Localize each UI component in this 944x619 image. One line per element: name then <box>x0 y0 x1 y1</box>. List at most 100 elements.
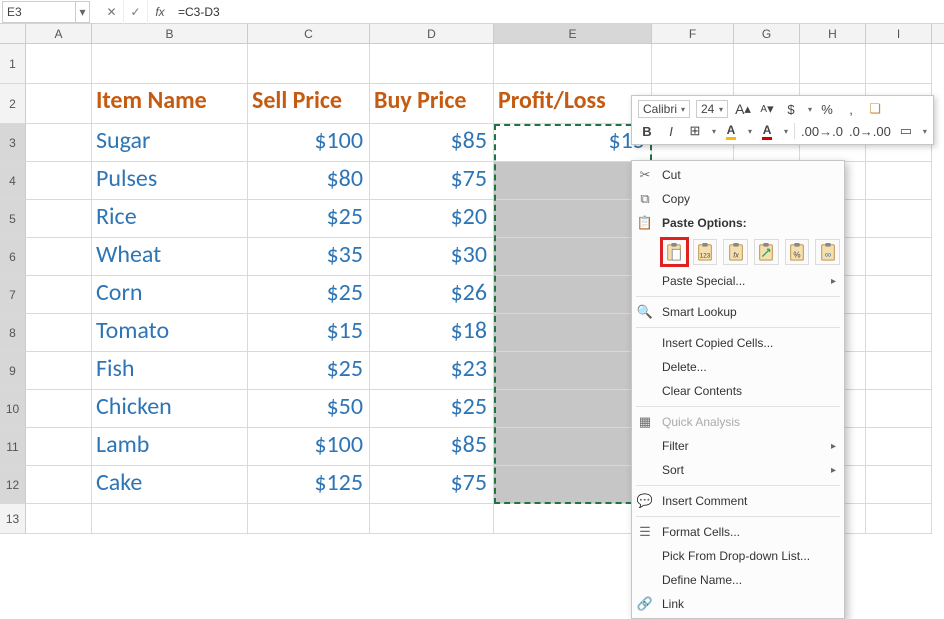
cell-B8[interactable]: Tomato <box>92 314 248 352</box>
cell-D13[interactable] <box>370 504 494 534</box>
cell-E4[interactable] <box>494 162 652 200</box>
mini-font-size[interactable]: 24 ▾ <box>696 100 728 118</box>
context-insert-copied[interactable]: Insert Copied Cells... <box>632 331 844 355</box>
context-sort[interactable]: Sort ▸ <box>632 458 844 482</box>
cell-B9[interactable]: Fish <box>92 352 248 390</box>
cell-A13[interactable] <box>26 504 92 534</box>
row-header-2[interactable]: 2 <box>0 84 26 124</box>
cell-A8[interactable] <box>26 314 92 352</box>
format-painter-button[interactable]: ❏ <box>866 100 884 118</box>
col-header-A[interactable]: A <box>26 24 92 43</box>
cell-B5[interactable]: Rice <box>92 200 248 238</box>
select-all-button[interactable] <box>0 24 26 43</box>
row-header-3[interactable]: 3 <box>0 124 26 162</box>
cell-G1[interactable] <box>734 44 800 84</box>
row-header-10[interactable]: 10 <box>0 390 26 428</box>
cell-D7[interactable]: $26 <box>370 276 494 314</box>
cell-E8[interactable] <box>494 314 652 352</box>
context-cut[interactable]: ✂ Cut <box>632 163 844 187</box>
cell-A6[interactable] <box>26 238 92 276</box>
row-header-13[interactable]: 13 <box>0 504 26 534</box>
cell-E11[interactable] <box>494 428 652 466</box>
cell-C10[interactable]: $50 <box>248 390 370 428</box>
cell-D9[interactable]: $23 <box>370 352 494 390</box>
cell-A12[interactable] <box>26 466 92 504</box>
decrease-font-button[interactable]: A▾ <box>758 100 776 118</box>
cell-B7[interactable]: Corn <box>92 276 248 314</box>
cell-A3[interactable] <box>26 124 92 162</box>
cell-I6[interactable] <box>866 238 932 276</box>
name-box-value[interactable]: E3 <box>3 5 75 19</box>
cell-B1[interactable] <box>92 44 248 84</box>
col-header-E[interactable]: E <box>494 24 652 43</box>
cell-B10[interactable]: Chicken <box>92 390 248 428</box>
cell-I11[interactable] <box>866 428 932 466</box>
context-clear-contents[interactable]: Clear Contents <box>632 379 844 403</box>
cell-A9[interactable] <box>26 352 92 390</box>
cell-E10[interactable] <box>494 390 652 428</box>
cell-I1[interactable] <box>866 44 932 84</box>
row-header-5[interactable]: 5 <box>0 200 26 238</box>
borders-button[interactable]: ⊞ <box>686 122 704 140</box>
cell-A10[interactable] <box>26 390 92 428</box>
cell-E5[interactable] <box>494 200 652 238</box>
formula-input[interactable]: =C3-D3 <box>172 5 944 19</box>
italic-button[interactable]: I <box>662 122 680 140</box>
cell-I9[interactable] <box>866 352 932 390</box>
cell-I7[interactable] <box>866 276 932 314</box>
context-insert-comment[interactable]: 💬 Insert Comment <box>632 489 844 513</box>
col-header-G[interactable]: G <box>734 24 800 43</box>
cell-A7[interactable] <box>26 276 92 314</box>
col-header-D[interactable]: D <box>370 24 494 43</box>
cell-E13[interactable] <box>494 504 652 534</box>
cell-C4[interactable]: $80 <box>248 162 370 200</box>
context-filter[interactable]: Filter ▸ <box>632 434 844 458</box>
paste-values-button[interactable]: 123 <box>693 239 718 265</box>
cell-I10[interactable] <box>866 390 932 428</box>
currency-format-button[interactable]: $ <box>782 100 800 118</box>
cell-I4[interactable] <box>866 162 932 200</box>
decrease-decimal-button[interactable]: .00→.0 <box>801 122 843 140</box>
increase-font-button[interactable]: A▴ <box>734 100 752 118</box>
context-copy[interactable]: ⧉ Copy <box>632 187 844 211</box>
cell-C11[interactable]: $100 <box>248 428 370 466</box>
cell-E12[interactable] <box>494 466 652 504</box>
cell-I5[interactable] <box>866 200 932 238</box>
cell-C6[interactable]: $35 <box>248 238 370 276</box>
cell-H1[interactable] <box>800 44 866 84</box>
cell-A4[interactable] <box>26 162 92 200</box>
context-link[interactable]: 🔗 Link <box>632 592 844 616</box>
context-define-name[interactable]: Define Name... <box>632 568 844 592</box>
cell-B6[interactable]: Wheat <box>92 238 248 276</box>
bold-button[interactable]: B <box>638 122 656 140</box>
row-header-7[interactable]: 7 <box>0 276 26 314</box>
cell-F1[interactable] <box>652 44 734 84</box>
cell-B3[interactable]: Sugar <box>92 124 248 162</box>
fx-icon[interactable]: fx <box>148 5 172 19</box>
cell-I8[interactable] <box>866 314 932 352</box>
cell-C7[interactable]: $25 <box>248 276 370 314</box>
cell-D6[interactable]: $30 <box>370 238 494 276</box>
cell-B4[interactable]: Pulses <box>92 162 248 200</box>
cell-I13[interactable] <box>866 504 932 534</box>
cell-C13[interactable] <box>248 504 370 534</box>
cell-D8[interactable]: $18 <box>370 314 494 352</box>
context-smart-lookup[interactable]: 🔍 Smart Lookup <box>632 300 844 324</box>
cell-E9[interactable] <box>494 352 652 390</box>
cell-B13[interactable] <box>92 504 248 534</box>
cell-D11[interactable]: $85 <box>370 428 494 466</box>
cell-D2[interactable]: Buy Price <box>370 84 494 124</box>
cell-D5[interactable]: $20 <box>370 200 494 238</box>
col-header-C[interactable]: C <box>248 24 370 43</box>
col-header-F[interactable]: F <box>652 24 734 43</box>
cell-C3[interactable]: $100 <box>248 124 370 162</box>
col-header-H[interactable]: H <box>800 24 866 43</box>
name-box[interactable]: E3 ▾ <box>2 1 90 23</box>
cell-A1[interactable] <box>26 44 92 84</box>
cancel-formula-button[interactable]: ✕ <box>100 0 124 24</box>
cell-B2[interactable]: Item Name <box>92 84 248 124</box>
cell-C1[interactable] <box>248 44 370 84</box>
cell-E1[interactable] <box>494 44 652 84</box>
paste-formatting-button[interactable]: % <box>785 239 810 265</box>
col-header-I[interactable]: I <box>866 24 932 43</box>
